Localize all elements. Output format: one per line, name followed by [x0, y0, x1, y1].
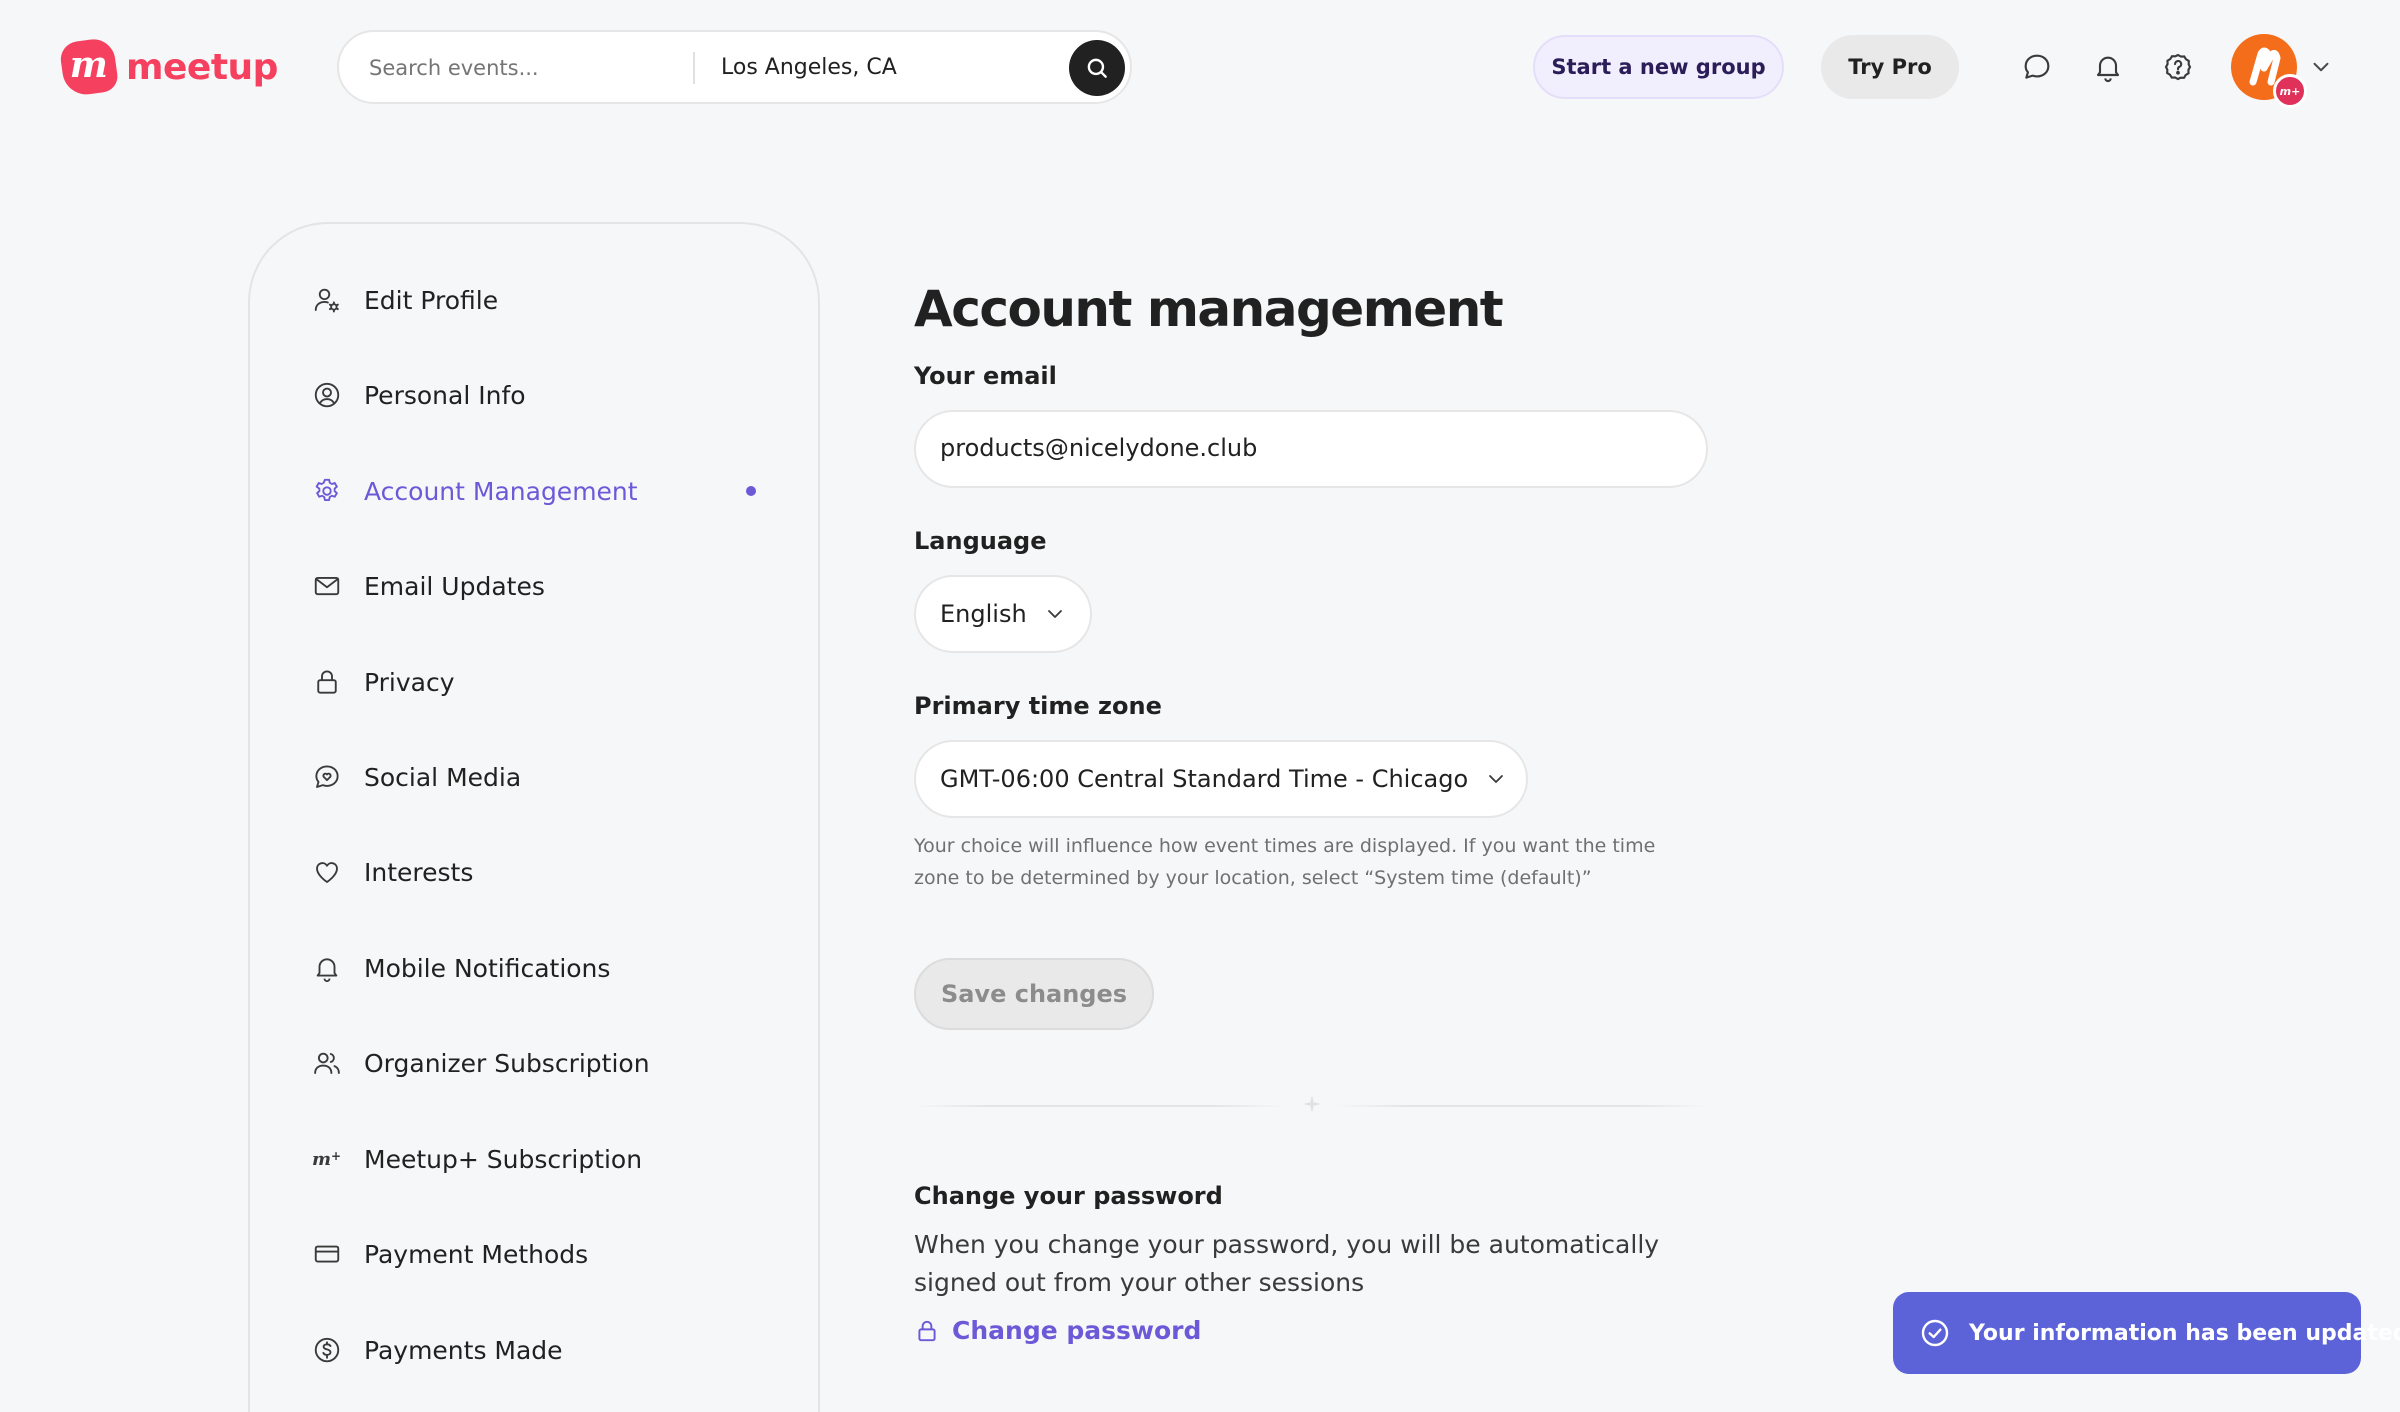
sidebar-item-email-updates[interactable]: Email Updates	[310, 561, 770, 611]
gear-icon	[310, 474, 344, 508]
sidebar-item-label: Edit Profile	[364, 285, 499, 315]
sidebar-item-meetup-plus-subscription[interactable]: m + Meetup+ Subscription	[310, 1134, 770, 1184]
sidebar-item-interests[interactable]: Interests	[310, 847, 770, 897]
notifications-button[interactable]	[2089, 48, 2127, 86]
sidebar-item-label: Payments Made	[364, 1335, 563, 1365]
lock-icon	[310, 665, 344, 699]
chevron-down-icon	[1484, 767, 1508, 791]
sidebar-item-label: Mobile Notifications	[364, 953, 611, 983]
messages-button[interactable]	[2018, 48, 2056, 86]
page-title: Account management	[914, 280, 1504, 338]
user-edit-icon	[310, 283, 344, 317]
sidebar-item-personal-info[interactable]: Personal Info	[310, 370, 770, 420]
svg-text:m: m	[312, 1149, 331, 1170]
credit-card-icon	[310, 1237, 344, 1271]
sidebar-item-mobile-notifications[interactable]: Mobile Notifications	[310, 943, 770, 993]
sidebar-item-label: Privacy	[364, 667, 455, 697]
chevron-down-icon	[2313, 62, 2329, 72]
sidebar-item-edit-profile[interactable]: Edit Profile	[310, 275, 770, 325]
timezone-select[interactable]: GMT-06:00 Central Standard Time - Chicag…	[914, 740, 1528, 818]
sidebar-item-label: Social Media	[364, 762, 522, 792]
svg-text:+: +	[331, 1149, 341, 1163]
timezone-select-value: GMT-06:00 Central Standard Time - Chicag…	[940, 765, 1469, 793]
meetup-logo[interactable]: m meetup	[58, 36, 278, 98]
top-header: m meetup Los Angeles, CA Start a new gro…	[0, 0, 2400, 134]
sidebar-item-label: Email Updates	[364, 571, 545, 601]
help-button[interactable]	[2159, 48, 2197, 86]
save-changes-button[interactable]: Save changes	[914, 958, 1154, 1030]
settings-sidebar: Edit Profile Personal Info Account Manag…	[248, 222, 820, 1412]
meetup-logo-text: meetup	[126, 46, 278, 88]
change-password-label: Change password	[952, 1316, 1202, 1345]
start-new-group-button[interactable]: Start a new group	[1533, 35, 1784, 99]
success-toast: Your information has been updated	[1893, 1292, 2400, 1374]
search-icon	[1087, 58, 1107, 78]
sidebar-item-social-media[interactable]: Social Media	[310, 752, 770, 802]
meetup-plus-badge: m+	[2273, 74, 2307, 108]
section-divider-right	[1336, 1105, 1708, 1107]
search-bar: Los Angeles, CA	[337, 30, 1132, 104]
timezone-help-text: Your choice will influence how event tim…	[914, 835, 1656, 889]
language-label: Language	[914, 527, 1047, 555]
sidebar-item-organizer-subscription[interactable]: Organizer Subscription	[310, 1038, 770, 1088]
chat-icon	[2024, 54, 2050, 79]
chat-heart-icon	[310, 760, 344, 794]
email-field-wrapper	[914, 410, 1708, 488]
chevron-down-icon	[1043, 602, 1067, 626]
users-icon	[310, 1046, 344, 1080]
toast-message: Your information has been updated	[1969, 1320, 2400, 1346]
sidebar-item-label: Account Management	[364, 476, 638, 506]
location-input[interactable]: Los Angeles, CA	[721, 55, 897, 80]
sidebar-item-label: Organizer Subscription	[364, 1048, 650, 1078]
email-field[interactable]	[940, 434, 1680, 462]
language-select[interactable]: English	[914, 575, 1092, 653]
help-icon	[2164, 53, 2192, 81]
bell-icon	[2096, 56, 2120, 82]
language-select-value: English	[940, 600, 1027, 628]
try-pro-button[interactable]: Try Pro	[1821, 35, 1959, 99]
sidebar-item-label: Interests	[364, 857, 474, 887]
sidebar-item-payment-methods[interactable]: Payment Methods	[310, 1229, 770, 1279]
lock-icon	[914, 1318, 940, 1344]
change-password-title: Change your password	[914, 1182, 1223, 1210]
profile-menu-toggle[interactable]	[2308, 54, 2334, 84]
heart-icon	[310, 855, 344, 889]
sidebar-item-label: Payment Methods	[364, 1239, 589, 1269]
sidebar-item-label: Meetup+ Subscription	[364, 1144, 643, 1174]
sidebar-item-label: Personal Info	[364, 380, 526, 410]
search-button[interactable]	[1069, 40, 1125, 96]
sidebar-item-privacy[interactable]: Privacy	[310, 657, 770, 707]
search-divider	[693, 52, 695, 84]
mail-icon	[310, 569, 344, 603]
meetup-plus-icon: m +	[310, 1142, 344, 1176]
meetup-logo-mark: m	[58, 36, 120, 98]
user-circle-icon	[310, 378, 344, 412]
search-input[interactable]	[369, 56, 669, 80]
sparkle-icon	[1303, 1095, 1321, 1113]
user-avatar[interactable]: m+	[2231, 34, 2307, 108]
dollar-icon	[310, 1333, 344, 1367]
sidebar-item-account-management[interactable]: Account Management	[310, 466, 770, 516]
email-label: Your email	[914, 362, 1057, 390]
sidebar-item-payments-made[interactable]: Payments Made	[310, 1325, 770, 1375]
bell-icon	[310, 951, 344, 985]
change-password-description: When you change your password, you will …	[914, 1230, 1660, 1297]
check-circle-icon	[1919, 1317, 1951, 1349]
active-indicator-dot	[746, 486, 756, 496]
section-divider-left	[914, 1105, 1286, 1107]
timezone-label: Primary time zone	[914, 692, 1162, 720]
change-password-link[interactable]: Change password	[914, 1316, 1201, 1345]
